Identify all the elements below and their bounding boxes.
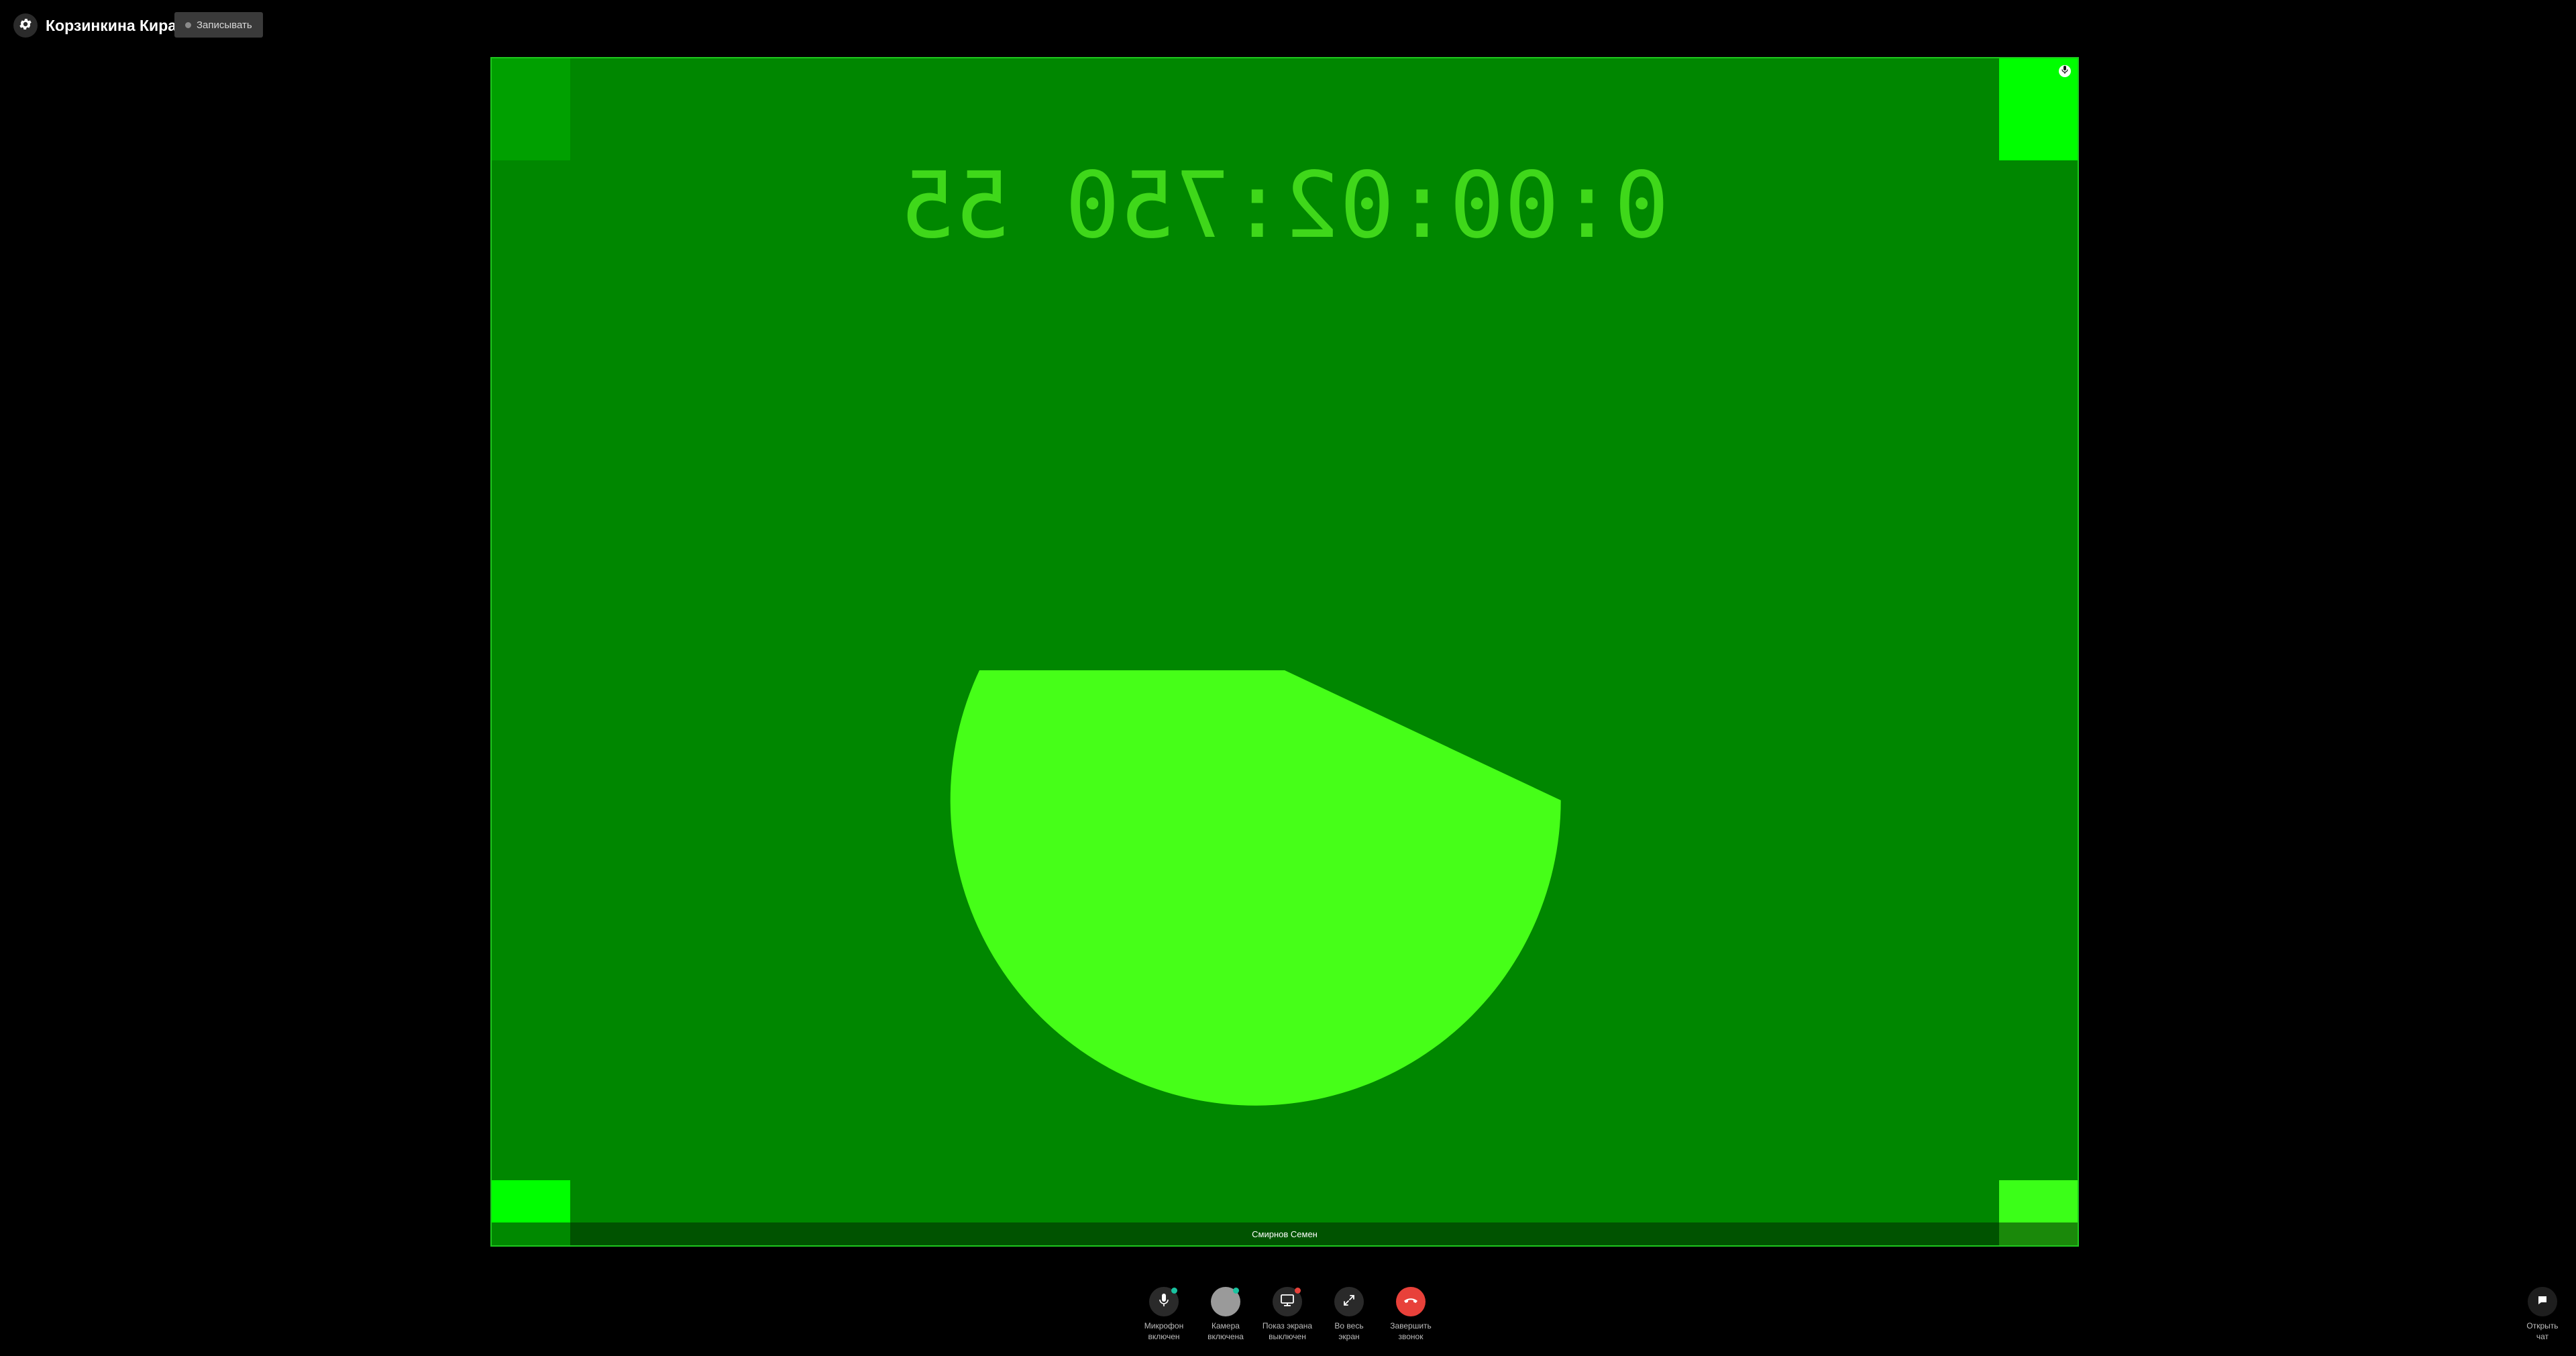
record-dot-icon: [185, 21, 191, 28]
fullscreen-label: Во весь экран: [1334, 1321, 1364, 1341]
room-title: Корзинкина Кира: [46, 17, 177, 34]
participant-name: Смирнов Семен: [1252, 1229, 1318, 1239]
video-frame: 0:00:02:750 55: [492, 58, 2078, 1245]
screen-share-button-circle: [1273, 1287, 1302, 1316]
microphone-button-circle: [1149, 1287, 1179, 1316]
hangup-label: Завершить звонок: [1390, 1321, 1432, 1341]
record-label: Записывать: [197, 19, 252, 31]
corner-marker-top-left: [492, 58, 570, 160]
open-chat-button[interactable]: Открыть чат: [2516, 1287, 2569, 1342]
hangup-icon: [1403, 1296, 1419, 1308]
progress-pie: [950, 670, 1561, 1106]
fullscreen-icon: [1342, 1294, 1356, 1310]
record-button[interactable]: Записывать: [174, 12, 263, 38]
microphone-label: Микрофон включен: [1144, 1321, 1184, 1341]
camera-toggle-button[interactable]: Камера включена: [1192, 1287, 1259, 1342]
screen-share-label: Показ экрана выключен: [1262, 1321, 1313, 1341]
timecode-text: 0:00:02:750 55: [900, 153, 1669, 259]
fullscreen-button-circle: [1334, 1287, 1364, 1316]
microphone-toggle-button[interactable]: Микрофон включен: [1130, 1287, 1197, 1342]
top-bar: Корзинкина Кира Записывать: [0, 0, 2576, 51]
screen-share-button[interactable]: Показ экрана выключен: [1254, 1287, 1321, 1342]
settings-button[interactable]: [13, 13, 38, 38]
participant-name-bar: Смирнов Семен: [492, 1222, 2078, 1245]
camera-button-circle: [1211, 1287, 1240, 1316]
microphone-icon: [2061, 65, 2068, 77]
chat-icon: [2536, 1294, 2548, 1310]
participant-mic-indicator: [2059, 65, 2071, 77]
chat-button-circle: [2528, 1287, 2557, 1316]
screen-share-status-dot: [1295, 1288, 1301, 1294]
microphone-icon: [1158, 1293, 1170, 1311]
fullscreen-button[interactable]: Во весь экран: [1316, 1287, 1383, 1342]
participant-video-tile[interactable]: 0:00:02:750 55 Смирнов Семен: [490, 57, 2079, 1247]
microphone-status-dot: [1171, 1288, 1177, 1294]
screen-share-icon: [1280, 1294, 1295, 1310]
camera-label: Камера включена: [1208, 1321, 1244, 1341]
hangup-button[interactable]: Завершить звонок: [1377, 1287, 1444, 1342]
open-chat-label: Открыть чат: [2526, 1321, 2559, 1341]
hangup-button-circle: [1396, 1287, 1426, 1316]
camera-status-dot: [1233, 1288, 1239, 1294]
gear-icon: [18, 17, 33, 35]
call-controls: Микрофон включен Камера включена Показ э…: [0, 1287, 2576, 1347]
